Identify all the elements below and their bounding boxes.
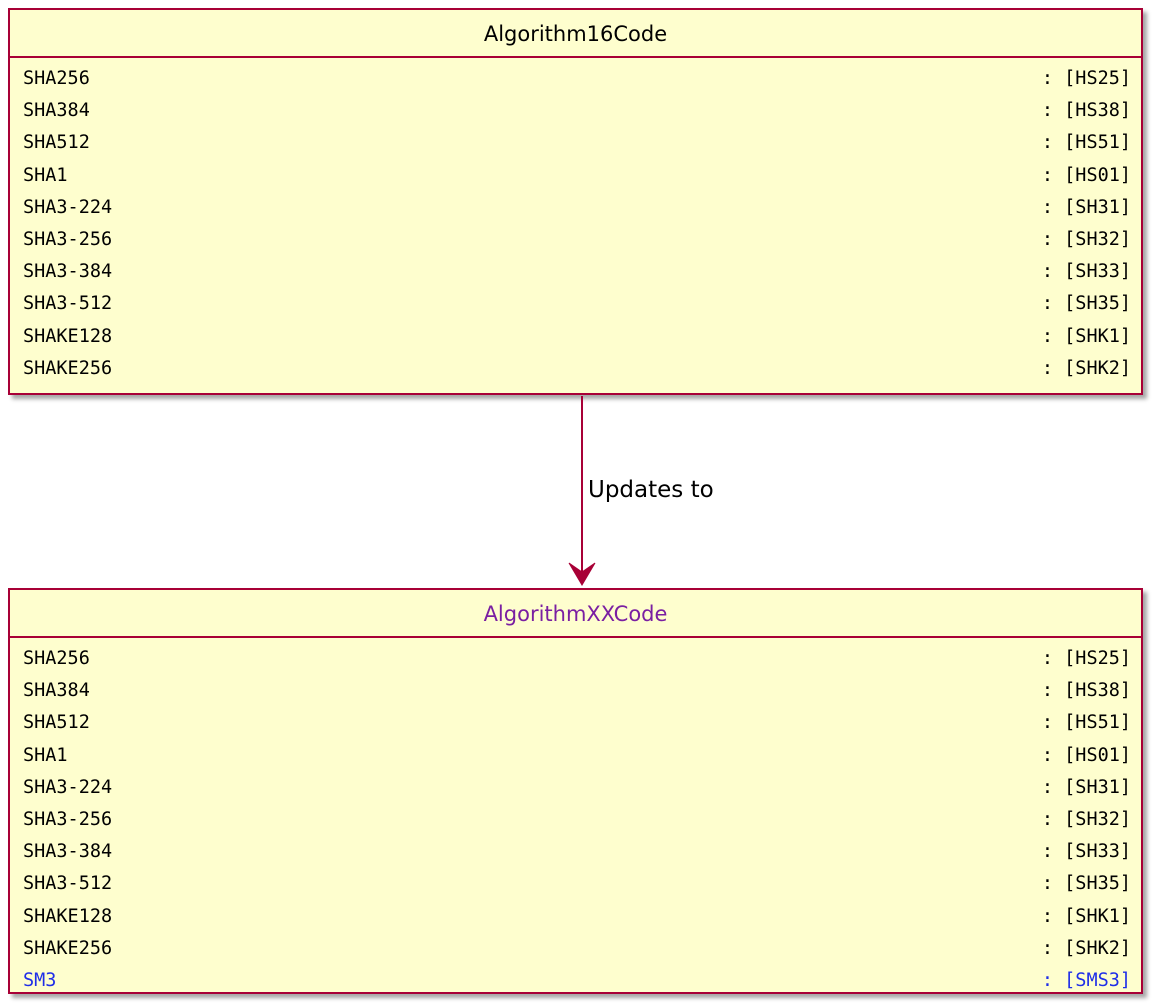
attribute-row: SHA3-224 : [SH31] xyxy=(23,772,1131,804)
attribute-row: SHA256 : [HS25] xyxy=(23,63,1131,95)
attribute-name: SHA256 xyxy=(23,648,90,669)
attribute-name: SHA1 xyxy=(23,744,68,766)
attribute-value: : [HS51] xyxy=(1041,712,1131,734)
attribute-row: SHA3-224 : [SH31] xyxy=(23,192,1131,224)
attribute-row: SHA3-256 : [SH32] xyxy=(23,804,1131,836)
attribute-value: : [HS01] xyxy=(1041,744,1131,766)
attribute-name: SHA1 xyxy=(23,164,68,186)
attribute-value: : [SH33] xyxy=(1041,841,1131,863)
class-box-algorithmxxcode: AlgorithmXXCode SHA256 : [HS25] SHA384 : [… xyxy=(8,588,1143,994)
attribute-name: SHA384 xyxy=(23,100,90,122)
attribute-value: : [HS38] xyxy=(1041,680,1131,702)
class-box-algorithm16code: Algorithm16Code SHA256 : [HS25] SHA384 : [… xyxy=(8,8,1143,395)
attribute-value: : [SH32] xyxy=(1041,808,1131,830)
attribute-value: : [SH35] xyxy=(1041,873,1131,895)
attribute-row: SHA384 : [HS38] xyxy=(23,675,1131,707)
attribute-value: : [SH31] xyxy=(1041,776,1131,798)
attribute-row: SHA3-512 : [SH35] xyxy=(23,288,1131,320)
attribute-row: SHAKE128 : [SHK1] xyxy=(23,901,1131,933)
attribute-row-added: SM3 : [SMS3] xyxy=(23,965,1131,997)
arrowhead-icon xyxy=(568,562,596,586)
attribute-name: SHAKE128 xyxy=(23,905,113,927)
attribute-row: SHA256 : [HS25] xyxy=(23,643,1131,675)
attribute-name: SHA3-256 xyxy=(23,228,113,250)
attribute-row: SHAKE256 : [SHK2] xyxy=(23,933,1131,965)
attribute-name: SHAKE128 xyxy=(23,325,113,347)
attribute-row: SHA3-384 : [SH33] xyxy=(23,836,1131,868)
attribute-name: SHAKE256 xyxy=(23,357,113,379)
attribute-row: SHAKE128 : [SHK1] xyxy=(23,321,1131,353)
attribute-value: : [SHK2] xyxy=(1041,937,1131,959)
class-attributes-algorithmxxcode: SHA256 : [HS25] SHA384 : [HS38] SHA512 : [H… xyxy=(10,638,1141,997)
attribute-value: : [HS25] xyxy=(1041,68,1131,89)
class-title-algorithm16code: Algorithm16Code xyxy=(10,10,1141,58)
attribute-value: : [SHK2] xyxy=(1041,357,1131,379)
attribute-value: : [SMS3] xyxy=(1041,969,1131,991)
attribute-name: SHA3-512 xyxy=(23,293,113,315)
attribute-value: : [SH32] xyxy=(1041,228,1131,250)
attribute-value: : [SHK1] xyxy=(1041,905,1131,927)
attribute-row: SHA1 : [HS01] xyxy=(23,740,1131,772)
attribute-row: SHA3-256 : [SH32] xyxy=(23,224,1131,256)
class-attributes-algorithm16code: SHA256 : [HS25] SHA384 : [HS38] SHA512 : [H… xyxy=(10,58,1141,385)
attribute-name: SHA3-512 xyxy=(23,873,113,895)
attribute-value: : [SH31] xyxy=(1041,196,1131,218)
attribute-name: SHA3-224 xyxy=(23,776,113,798)
attribute-name: SHA3-224 xyxy=(23,196,113,218)
attribute-row: SHA512 : [HS51] xyxy=(23,127,1131,159)
attribute-value: : [SH33] xyxy=(1041,261,1131,283)
attribute-name: SHA384 xyxy=(23,680,90,702)
attribute-value: : [HS38] xyxy=(1041,100,1131,122)
attribute-value: : [SH35] xyxy=(1041,293,1131,315)
attribute-name: SHA3-384 xyxy=(23,261,113,283)
class-title-algorithmxxcode: AlgorithmXXCode xyxy=(10,590,1141,638)
attribute-row: SHA384 : [HS38] xyxy=(23,95,1131,127)
relation-label: Updates to xyxy=(588,477,714,503)
attribute-value: : [HS25] xyxy=(1041,648,1131,669)
attribute-row: SHAKE256 : [SHK2] xyxy=(23,353,1131,385)
attribute-name: SHA512 xyxy=(23,712,90,734)
attribute-name: SHA256 xyxy=(23,68,90,89)
attribute-row: SHA3-384 : [SH33] xyxy=(23,256,1131,288)
attribute-name: SHA3-384 xyxy=(23,841,113,863)
attribute-row: SHA512 : [HS51] xyxy=(23,707,1131,739)
attribute-row: SHA3-512 : [SH35] xyxy=(23,868,1131,900)
attribute-value: : [HS51] xyxy=(1041,132,1131,154)
attribute-value: : [HS01] xyxy=(1041,164,1131,186)
attribute-value: : [SHK1] xyxy=(1041,325,1131,347)
attribute-name: SHA3-256 xyxy=(23,808,113,830)
attribute-name: SHA512 xyxy=(23,132,90,154)
attribute-name: SM3 xyxy=(23,969,57,991)
attribute-name: SHAKE256 xyxy=(23,937,113,959)
attribute-row: SHA1 : [HS01] xyxy=(23,160,1131,192)
